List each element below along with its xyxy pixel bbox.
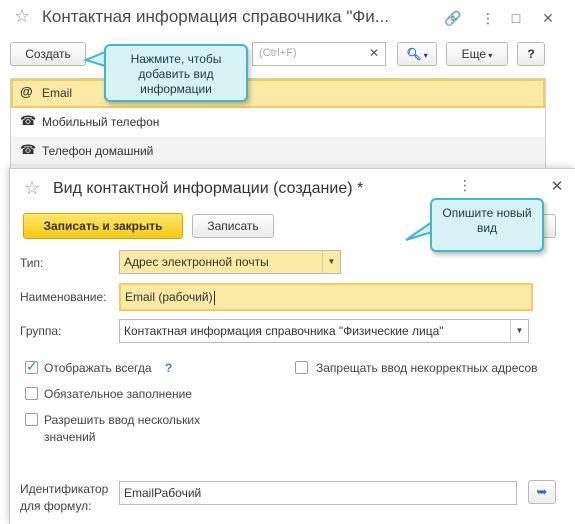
search-input[interactable]: (Ctrl+F) ✕ xyxy=(252,42,386,66)
window-title: Контактная информация справочника "Фи... xyxy=(42,7,389,26)
allow-multiple-checkbox[interactable] xyxy=(25,413,38,426)
forbid-invalid-checkbox[interactable] xyxy=(295,361,308,374)
maximize-icon[interactable]: □ xyxy=(506,8,526,28)
favorite-star-icon[interactable]: ☆ xyxy=(14,6,30,27)
callout-text-line: добавить вид xyxy=(138,67,214,81)
phone-icon: ☎︎ xyxy=(20,142,37,157)
window-title-bar: ☆ Контактная информация справочника "Фи.… xyxy=(0,0,575,36)
close-icon[interactable]: ✕ xyxy=(538,8,558,28)
generate-identifier-button[interactable]: ➥ xyxy=(528,480,556,504)
phone-icon: ☎︎ xyxy=(20,113,37,128)
text-cursor xyxy=(213,290,215,305)
list-item-email[interactable]: @ Email xyxy=(11,79,545,108)
create-hint-callout: Нажмите, чтобы добавить вид информации xyxy=(104,44,248,102)
always-show-label: Отображать всегда xyxy=(44,361,152,375)
list-item-label: Телефон домашний xyxy=(42,144,154,158)
search-placeholder: (Ctrl+F) xyxy=(259,47,297,59)
type-value: Адрес электронной почты xyxy=(124,255,269,269)
help-button[interactable]: ? xyxy=(517,42,545,66)
callout-text-line: Опишите новый xyxy=(442,206,532,220)
required-checkbox[interactable] xyxy=(25,387,38,400)
callout-text-line: информации xyxy=(140,82,212,96)
required-label: Обязательное заполнение xyxy=(44,387,192,401)
list-item-label: Email xyxy=(42,86,73,100)
describe-hint-callout: Опишите новый вид xyxy=(430,198,544,252)
identifier-label: Идентификатор xyxy=(20,482,109,496)
clear-search-icon[interactable]: ✕ xyxy=(369,46,379,60)
list-item-mobile-phone[interactable]: ☎︎ Мобильный телефон xyxy=(11,108,545,137)
forbid-invalid-label: Запрещать ввод некорректных адресов xyxy=(316,361,538,375)
more-button-label: Еще xyxy=(461,47,487,61)
at-sign-icon: @ xyxy=(20,84,33,99)
name-label: Наименование: xyxy=(20,290,107,304)
chevron-down-icon[interactable]: ▼ xyxy=(322,251,340,273)
name-field[interactable]: Email (рабочий) xyxy=(119,283,533,311)
allow-multiple-label-cont: значений xyxy=(44,430,96,444)
callout-text-line: Нажмите, чтобы xyxy=(130,52,222,66)
callout-text-line: вид xyxy=(476,221,498,235)
more-button[interactable]: Еще ▾ xyxy=(446,42,508,66)
chevron-down-icon[interactable]: ▼ xyxy=(510,320,528,342)
favorite-star-icon[interactable]: ☆ xyxy=(24,178,40,199)
group-value: Контактная информация справочника "Физич… xyxy=(124,324,444,338)
save-and-close-button[interactable]: Записать и закрыть xyxy=(23,213,183,239)
search-button[interactable]: 🔍︎ ▾ xyxy=(397,42,437,66)
list-item-home-phone[interactable]: ☎︎ Телефон домашний xyxy=(11,137,545,166)
link-icon[interactable]: 🔗 xyxy=(443,8,463,28)
identifier-label-cont: для формул: xyxy=(20,499,92,513)
help-icon[interactable]: ? xyxy=(165,361,172,375)
search-icon: 🔍︎ xyxy=(406,47,422,61)
more-dots-icon[interactable]: ⋮ xyxy=(456,177,474,195)
allow-multiple-label: Разрешить ввод нескольких xyxy=(44,413,201,427)
contact-kinds-list: @ Email ☎︎ Мобильный телефон ☎︎ Телефон … xyxy=(10,78,546,170)
type-label: Тип: xyxy=(20,256,44,270)
save-button[interactable]: Записать xyxy=(192,214,274,238)
chevron-down-icon: ▾ xyxy=(486,51,493,60)
chevron-down-icon: ▾ xyxy=(421,51,428,60)
name-value: Email (рабочий) xyxy=(125,290,213,304)
more-dots-icon[interactable]: ⋮ xyxy=(478,8,498,28)
identifier-value: EmailРабочий xyxy=(124,486,202,500)
group-label: Группа: xyxy=(20,324,62,338)
group-select[interactable]: Контактная информация справочника "Физич… xyxy=(119,319,529,343)
type-select[interactable]: Адрес электронной почты ▼ xyxy=(119,250,341,274)
identifier-field[interactable]: EmailРабочий xyxy=(119,481,517,505)
arrow-right-icon: ➥ xyxy=(536,484,548,499)
list-item-label: Мобильный телефон xyxy=(42,115,160,129)
close-icon[interactable]: ✕ xyxy=(548,177,566,195)
create-button[interactable]: Создать xyxy=(10,42,86,66)
dialog-title: Вид контактной информации (создание) * xyxy=(53,180,364,197)
always-show-checkbox[interactable] xyxy=(25,358,38,375)
